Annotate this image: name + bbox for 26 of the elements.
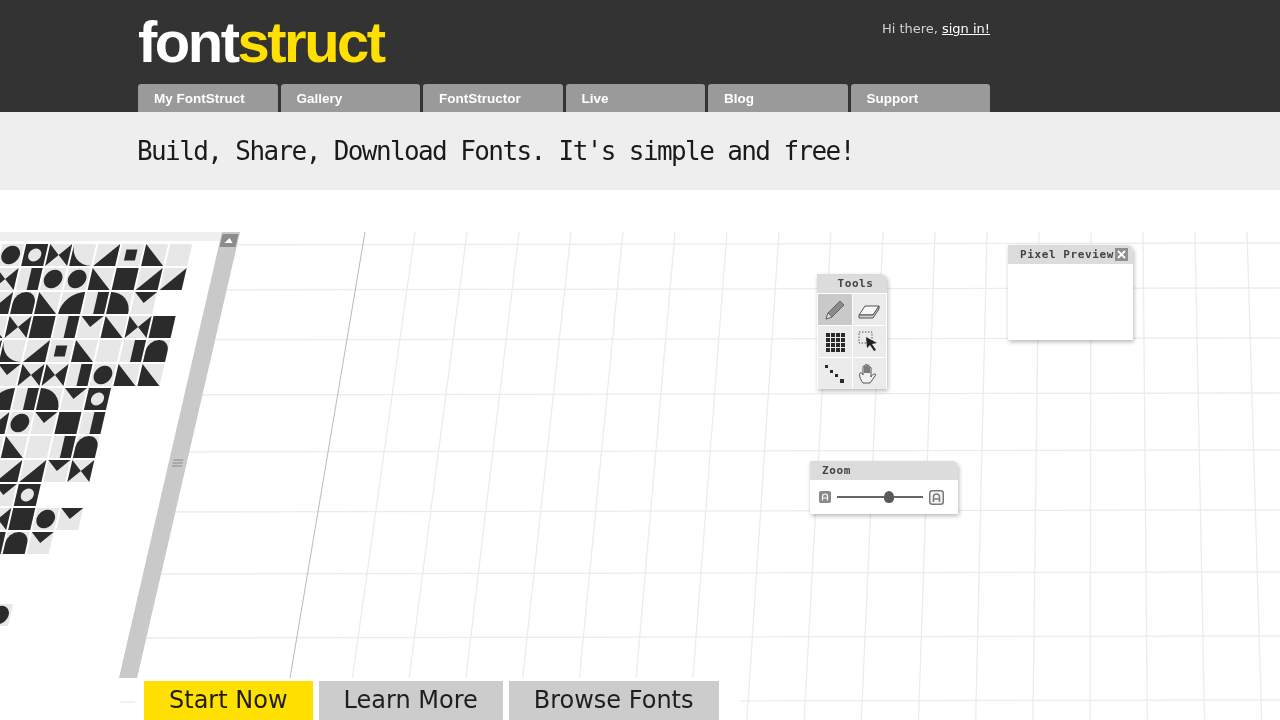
nav-tab[interactable]: Live [565, 84, 705, 112]
tool-button[interactable] [818, 326, 852, 357]
greeting-text: Hi there, [881, 21, 938, 37]
action-button[interactable]: Browse Fonts [508, 681, 719, 720]
tool-button[interactable] [852, 326, 886, 357]
close-icon [1117, 250, 1126, 259]
nav-tab[interactable]: FontStructor [423, 84, 563, 112]
nav-tab[interactable]: Gallery [280, 84, 420, 112]
panel-title: Zoom [822, 464, 851, 477]
zoom-slider-thumb[interactable] [884, 491, 895, 503]
tagline: Build, Share, Download Fonts. It's simple and free! [137, 136, 854, 166]
panel-title: Pixel Preview [1020, 248, 1114, 261]
nav-tab[interactable]: Support [850, 84, 990, 112]
scroll-up-button[interactable] [219, 234, 239, 247]
close-button[interactable] [1115, 248, 1128, 261]
panel-title: Tools [837, 277, 874, 290]
action-button[interactable]: Start Now [144, 681, 313, 720]
nav-tab[interactable]: Blog [708, 84, 848, 112]
action-button[interactable]: Learn More [318, 681, 503, 720]
small-glyph-icon [819, 491, 831, 503]
sign-in-link[interactable]: sign in! [941, 21, 990, 37]
site-logo[interactable]: fontstruct [138, 13, 384, 71]
large-glyph-icon [929, 489, 944, 505]
nav-tab[interactable]: My FontStruct [138, 84, 278, 112]
tool-button[interactable] [818, 358, 852, 389]
grip-icon [171, 459, 184, 467]
